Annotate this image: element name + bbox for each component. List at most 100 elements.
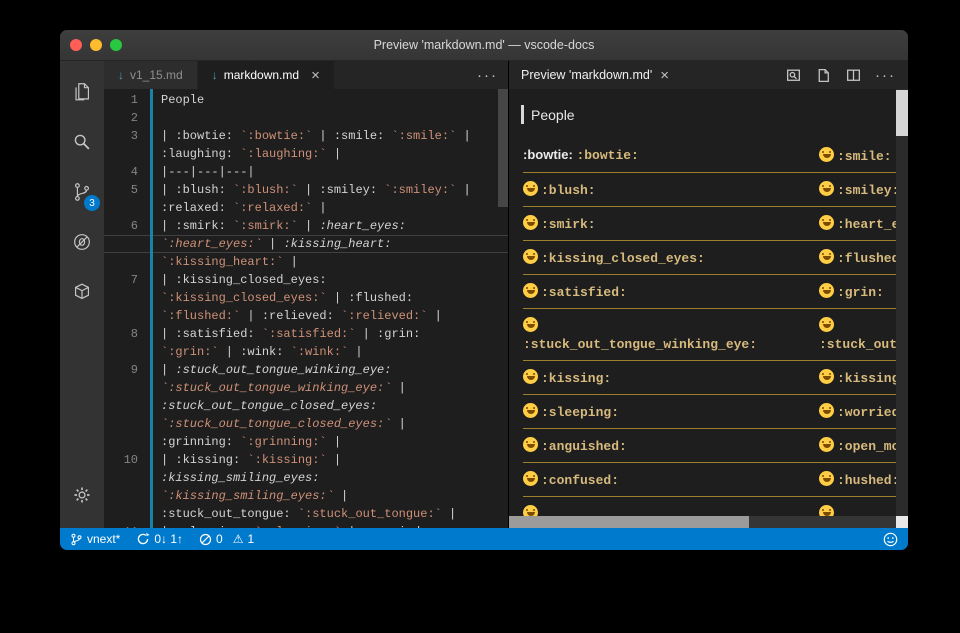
line-number xyxy=(104,145,150,163)
line-content: :stuck_out_tongue_closed_eyes: xyxy=(150,397,377,415)
find-in-preview-icon[interactable] xyxy=(785,67,802,84)
zoom-window-button[interactable] xyxy=(110,39,122,51)
emoji-code-label: :kissing_smiling_eyes: xyxy=(837,371,896,386)
line-number xyxy=(104,505,150,523)
line-content: | :satisfied: `:satisfied:` | :grin: xyxy=(150,325,420,343)
preview-table-cell: :heart_eyes: xyxy=(819,215,896,232)
line-content: :grinning: `:grinning:` | xyxy=(150,433,341,451)
line-content: | :stuck_out_tongue_winking_eye: xyxy=(150,361,391,379)
editor-line: 6| :smirk: `:smirk:` | :heart_eyes: xyxy=(104,217,508,235)
line-number xyxy=(104,433,150,451)
emoji-face-icon xyxy=(523,369,538,384)
line-number xyxy=(104,415,150,433)
close-tab-icon[interactable]: × xyxy=(311,68,320,83)
emoji-face-icon xyxy=(523,249,538,264)
line-number: 1 xyxy=(104,91,150,109)
emoji-code-label: :bowtie: xyxy=(576,148,638,163)
line-content: `:flushed:` | :relieved: `:relieved:` | xyxy=(150,307,442,325)
editor-line: `:grin:` | :wink: `:wink:` | xyxy=(104,343,508,361)
tab-v1-15-md[interactable]: ↓ v1_15.md xyxy=(104,61,198,89)
title-bar[interactable]: Preview 'markdown.md' — vscode-docs xyxy=(60,30,908,61)
emoji-code-label: :hushed: xyxy=(837,473,896,488)
editor-line: :stuck_out_tongue: `:stuck_out_tongue:` … xyxy=(104,505,508,523)
preview-vertical-scrollbar[interactable] xyxy=(896,89,908,516)
tab-markdown-md[interactable]: ↓ markdown.md × xyxy=(198,61,335,89)
settings-gear-button[interactable] xyxy=(60,470,104,520)
debug-icon xyxy=(71,231,93,253)
line-number xyxy=(104,307,150,325)
line-content: :laughing: `:laughing:` | xyxy=(150,145,341,163)
preview-table-cell: :open_mouth: xyxy=(819,437,896,454)
emoji-face-icon xyxy=(819,249,834,264)
sidebar-item-search[interactable] xyxy=(60,117,104,167)
git-branch-indicator[interactable]: vnext* xyxy=(70,532,120,546)
scrollbar-thumb[interactable] xyxy=(896,90,908,136)
window-title: Preview 'markdown.md' — vscode-docs xyxy=(374,38,595,52)
preview-table-cell: :hushed: xyxy=(819,471,896,488)
emoji-code-label: :blush: xyxy=(541,183,596,198)
sidebar-item-debug[interactable] xyxy=(60,217,104,267)
preview-body: People :bowtie: :bowtie::smile::blush::s… xyxy=(509,89,908,528)
editor-more-actions-icon[interactable]: ··· xyxy=(477,61,498,89)
editor-line: `:kissing_heart:` | xyxy=(104,253,508,271)
minimize-window-button[interactable] xyxy=(90,39,102,51)
preview-table-cell: :satisfied: xyxy=(523,283,819,300)
preview-table-cell: :smile: xyxy=(819,147,896,164)
line-number xyxy=(104,397,150,415)
preview-header[interactable]: Preview 'markdown.md' × ··· xyxy=(509,61,908,89)
preview-table-cell: :anguished: xyxy=(523,437,819,454)
sidebar-item-source-control[interactable]: 3 xyxy=(60,167,104,217)
sync-counts: 0↓ 1↑ xyxy=(154,532,183,546)
smiley-icon xyxy=(883,532,898,547)
problems-indicator[interactable]: 0 ⚠ 1 xyxy=(199,532,254,546)
preview-table-row: :kissing_closed_eyes: :flushed: xyxy=(523,241,896,275)
preview-table-cell: :sleeping: xyxy=(523,403,819,420)
emoji-code-label: :flushed: xyxy=(837,251,896,266)
editor-vertical-scrollbar[interactable] xyxy=(498,89,508,528)
preview-table-cell: :worried: xyxy=(819,403,896,420)
emoji-face-icon xyxy=(523,437,538,452)
preview-more-actions-icon[interactable]: ··· xyxy=(875,67,896,84)
scrollbar-thumb[interactable] xyxy=(509,516,749,528)
editor-line: :stuck_out_tongue_closed_eyes: xyxy=(104,397,508,415)
error-count: 0 xyxy=(216,532,223,546)
line-number: 6 xyxy=(104,217,150,235)
desktop: { "window": { "title": "Preview 'markdow… xyxy=(0,0,960,633)
sync-indicator[interactable]: 0↓ 1↑ xyxy=(136,532,183,546)
preview-table-cell: :bowtie: :bowtie: xyxy=(523,147,819,163)
sidebar-item-explorer[interactable] xyxy=(60,67,104,117)
scrollbar-thumb[interactable] xyxy=(498,89,508,207)
line-content: `:stuck_out_tongue_closed_eyes:` | xyxy=(150,415,406,433)
preview-horizontal-scrollbar[interactable] xyxy=(509,516,896,528)
split-editor-icon[interactable] xyxy=(845,67,862,84)
editor-pane[interactable]: 1People23| :bowtie: `:bowtie:` | :smile:… xyxy=(104,89,508,528)
close-preview-icon[interactable]: × xyxy=(660,68,669,83)
line-number xyxy=(104,253,150,271)
preview-table-row: :bowtie: :bowtie: :smile: xyxy=(523,139,896,173)
emoji-face-icon xyxy=(819,181,834,196)
preview-table-cell: :stuck_out_tongue_closed_eyes: xyxy=(819,317,896,352)
close-window-button[interactable] xyxy=(70,39,82,51)
emoji-face-icon xyxy=(819,215,834,230)
preview-table-cell: :smiley: xyxy=(819,181,896,198)
open-source-file-icon[interactable] xyxy=(815,67,832,84)
emoji-code-label: :smile: xyxy=(837,149,892,164)
line-content: | :kissing: `:kissing:` | xyxy=(150,451,341,469)
sidebar-item-extensions[interactable] xyxy=(60,267,104,317)
emoji-code-label: :open_mouth: xyxy=(837,439,896,454)
emoji-code-label: :anguished: xyxy=(541,439,627,454)
preview-table-row: :blush: :smiley: xyxy=(523,173,896,207)
feedback-button[interactable] xyxy=(883,532,898,547)
line-number xyxy=(104,487,150,505)
preview-table-cell: :kissing_closed_eyes: xyxy=(523,249,819,266)
activity-bar: 3 xyxy=(60,61,104,528)
traffic-lights xyxy=(70,30,122,60)
line-number: 7 xyxy=(104,271,150,289)
editor-group: ↓ v1_15.md ↓ markdown.md × ··· 1People23… xyxy=(104,61,508,528)
files-icon xyxy=(71,81,93,103)
line-content: | :kissing_closed_eyes: xyxy=(150,271,327,289)
editor-line: 9| :stuck_out_tongue_winking_eye: xyxy=(104,361,508,379)
editor-line: 2 xyxy=(104,109,508,127)
line-content: `:heart_eyes:` | :kissing_heart: xyxy=(150,235,391,253)
line-number: 2 xyxy=(104,109,150,127)
